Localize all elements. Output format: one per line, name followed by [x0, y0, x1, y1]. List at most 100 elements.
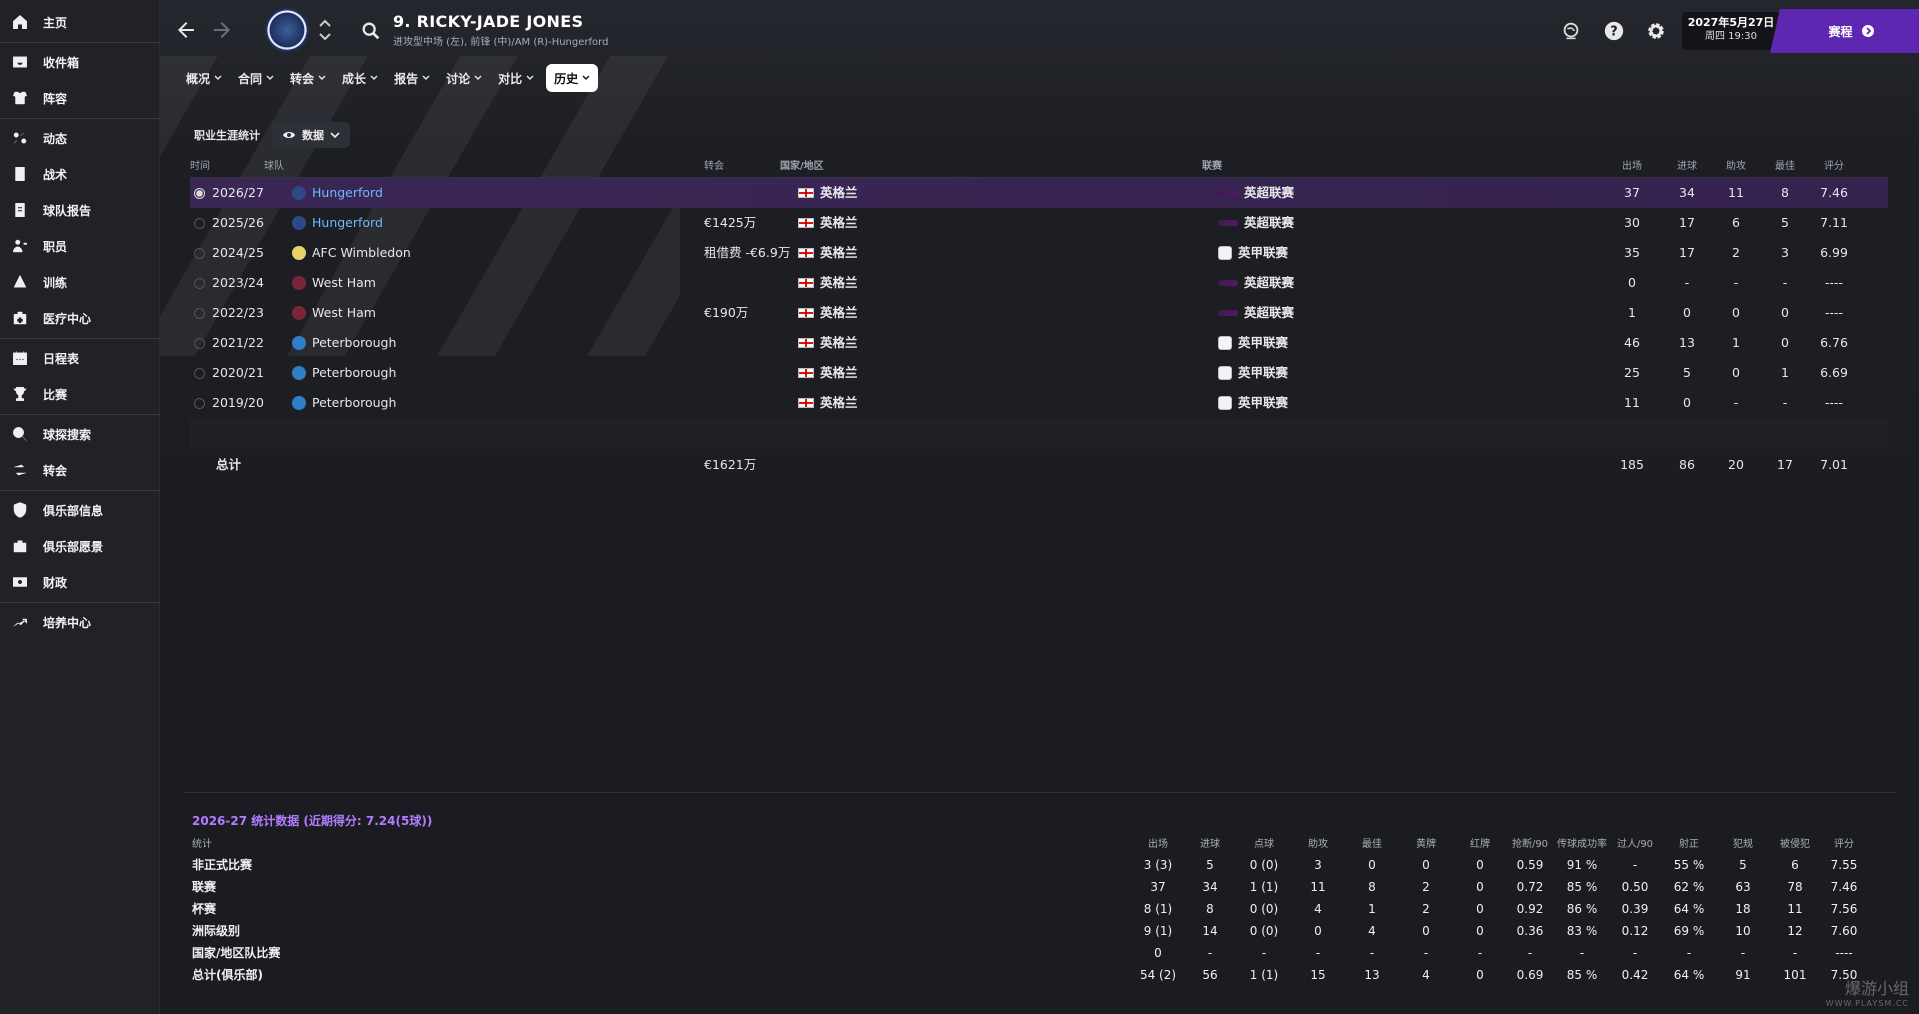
- column-header[interactable]: 转会: [704, 156, 724, 178]
- column-header[interactable]: 最佳: [1347, 836, 1397, 854]
- row-radio[interactable]: [194, 248, 205, 259]
- league-cell[interactable]: 英甲联赛: [1218, 328, 1288, 358]
- league-cell[interactable]: 英甲联赛: [1218, 358, 1288, 388]
- forward-arrow-icon[interactable]: [210, 18, 234, 42]
- row-radio[interactable]: [194, 188, 205, 199]
- career-row[interactable]: 2026/27 Hungerford 英格兰 英超联赛 37 34 11 8 7…: [190, 178, 1888, 208]
- season-row[interactable]: 国家/地区队比赛 0- - - - - - - - - - - - ----: [192, 942, 1886, 964]
- season-row[interactable]: 杯赛 8 (1) 8 0 (0) 4 1 2 0 0.92 86 % 0.39 64 % 18 11 7.5…: [192, 898, 1886, 920]
- gear-icon[interactable]: [1645, 20, 1667, 42]
- sidebar-item-club-info[interactable]: 俱乐部信息: [0, 492, 159, 528]
- league-cell[interactable]: 英超联赛: [1218, 298, 1294, 328]
- career-row[interactable]: 2021/22 Peterborough 英格兰 英甲联赛 46 13 1 0 …: [190, 328, 1888, 358]
- league-cell[interactable]: 英超联赛: [1218, 268, 1294, 298]
- career-row[interactable]: 2022/23 West Ham €190万 英格兰 英超联赛 1 0 0 0 …: [190, 298, 1888, 328]
- league-cell[interactable]: 英甲联赛: [1218, 238, 1288, 268]
- sidebar-item-tactics[interactable]: 战术: [0, 156, 159, 192]
- sidebar-item-development[interactable]: 培养中心: [0, 604, 159, 640]
- sidebar-item-home[interactable]: 主页: [0, 4, 159, 40]
- row-radio[interactable]: [194, 338, 205, 349]
- season-row[interactable]: 非正式比赛 3 (3) 5 0 (0) 3 0 0 0 0.59 91 % - 55 % 5 6 7.55: [192, 854, 1886, 876]
- sidebar-item-training[interactable]: 训练: [0, 264, 159, 300]
- team-cell[interactable]: Hungerford: [292, 208, 383, 238]
- column-header[interactable]: 犯规: [1718, 836, 1768, 854]
- chevron-down-icon[interactable]: [318, 32, 332, 42]
- column-header[interactable]: 被侵犯: [1770, 836, 1820, 854]
- globe-icon[interactable]: [1560, 20, 1582, 42]
- tab-6[interactable]: 讨论: [438, 64, 490, 92]
- sidebar-item-finance[interactable]: 财政: [0, 564, 159, 600]
- column-header[interactable]: 传球成功率: [1557, 836, 1607, 854]
- sidebar-item-staff[interactable]: 职员: [0, 228, 159, 264]
- career-row[interactable]: 2023/24 West Ham 英格兰 英超联赛 0 - - - ----: [190, 268, 1888, 298]
- team-cell[interactable]: Hungerford: [292, 178, 383, 208]
- column-header[interactable]: 射正: [1664, 836, 1714, 854]
- column-header[interactable]: 出场: [1133, 836, 1183, 854]
- tab-4[interactable]: 成长: [334, 64, 386, 92]
- game-date[interactable]: 2027年5月27日 周四 19:30: [1682, 12, 1780, 50]
- column-header[interactable]: 点球: [1239, 836, 1289, 854]
- column-header[interactable]: 进球: [1667, 156, 1707, 178]
- continue-button[interactable]: 赛程: [1770, 9, 1919, 53]
- league-cell[interactable]: 英甲联赛: [1218, 388, 1288, 418]
- tab-5[interactable]: 报告: [386, 64, 438, 92]
- tab-3[interactable]: 转会: [282, 64, 334, 92]
- career-row[interactable]: 2024/25 AFC Wimbledon 租借费 -€6.9万 英格兰 英甲联…: [190, 238, 1888, 268]
- club-crest[interactable]: [265, 8, 309, 52]
- column-header[interactable]: 评分: [1809, 156, 1859, 178]
- premier-league-badge-icon: [1218, 190, 1238, 196]
- sidebar-item-inbox[interactable]: 收件箱: [0, 44, 159, 80]
- sidebar-item-medical[interactable]: 医疗中心: [0, 300, 159, 336]
- column-header[interactable]: 助攻: [1716, 156, 1756, 178]
- column-header[interactable]: 进球: [1185, 836, 1235, 854]
- help-icon[interactable]: ?: [1603, 20, 1625, 42]
- row-radio[interactable]: [194, 368, 205, 379]
- column-header[interactable]: 黄牌: [1401, 836, 1451, 854]
- league-cell[interactable]: 英超联赛: [1218, 178, 1294, 208]
- sidebar-item-transfer[interactable]: 转会: [0, 452, 159, 488]
- tab-1[interactable]: 概况: [178, 64, 230, 92]
- column-header[interactable]: 国家/地区: [780, 156, 824, 178]
- sidebar-item-trophy[interactable]: 比赛: [0, 376, 159, 412]
- column-header[interactable]: 出场: [1612, 156, 1652, 178]
- season-row[interactable]: 联赛 37 34 1 (1) 11 8 2 0 0.72 85 % 0.50 62 % 63 78 7.46: [192, 876, 1886, 898]
- row-radio[interactable]: [194, 278, 205, 289]
- data-view-dropdown[interactable]: 数据: [272, 122, 350, 148]
- back-arrow-icon[interactable]: [174, 18, 198, 42]
- sidebar-item-schedule[interactable]: 日程表: [0, 340, 159, 376]
- sidebar-item-club-vision[interactable]: 俱乐部愿景: [0, 528, 159, 564]
- row-radio[interactable]: [194, 218, 205, 229]
- tab-7[interactable]: 对比: [490, 64, 542, 92]
- england-flag-icon: [798, 248, 814, 258]
- column-header[interactable]: 红牌: [1455, 836, 1505, 854]
- column-header[interactable]: 助攻: [1293, 836, 1343, 854]
- column-header[interactable]: 评分: [1819, 836, 1869, 854]
- career-row[interactable]: 2025/26 Hungerford €1425万 英格兰 英超联赛 30 17…: [190, 208, 1888, 238]
- team-name[interactable]: Hungerford: [312, 178, 383, 208]
- season-row[interactable]: 洲际级别 9 (1) 14 0 (0) 0 4 0 0 0.36 83 % 0.12 69 % 10 12…: [192, 920, 1886, 942]
- column-header[interactable]: 抢断/90: [1505, 836, 1555, 854]
- column-header[interactable]: 统计: [192, 836, 212, 854]
- column-header[interactable]: 过人/90: [1610, 836, 1660, 854]
- stat-value: 6: [1791, 858, 1799, 872]
- chevron-up-icon[interactable]: [318, 18, 332, 28]
- league-cell[interactable]: 英超联赛: [1218, 208, 1294, 238]
- column-header[interactable]: 球队: [264, 156, 284, 178]
- season-row[interactable]: 总计(俱乐部) 54 (2) 56 1 (1) 15 13 4 0 0.69 85 % 0.42 64…: [192, 964, 1886, 986]
- team-name[interactable]: Hungerford: [312, 208, 383, 238]
- tab-2[interactable]: 合同: [230, 64, 282, 92]
- column-header[interactable]: 联赛: [1202, 156, 1222, 178]
- sidebar-item-scouting[interactable]: 球探搜索: [0, 416, 159, 452]
- career-row[interactable]: 2019/20 Peterborough 英格兰 英甲联赛 11 0 - - -…: [190, 388, 1888, 418]
- sidebar-item-squad[interactable]: 阵容: [0, 80, 159, 116]
- column-header[interactable]: 时间: [190, 156, 210, 178]
- career-row[interactable]: 2020/21 Peterborough 英格兰 英甲联赛 25 5 0 1 6…: [190, 358, 1888, 388]
- sidebar-item-team-report[interactable]: 球队报告: [0, 192, 159, 228]
- tab-8[interactable]: 历史: [546, 64, 599, 92]
- column-header[interactable]: 最佳: [1765, 156, 1805, 178]
- tab-label: 转会: [290, 71, 315, 86]
- sidebar-item-dynamics[interactable]: 动态: [0, 120, 159, 156]
- row-radio[interactable]: [194, 308, 205, 319]
- row-radio[interactable]: [194, 398, 205, 409]
- search-icon[interactable]: [360, 20, 382, 42]
